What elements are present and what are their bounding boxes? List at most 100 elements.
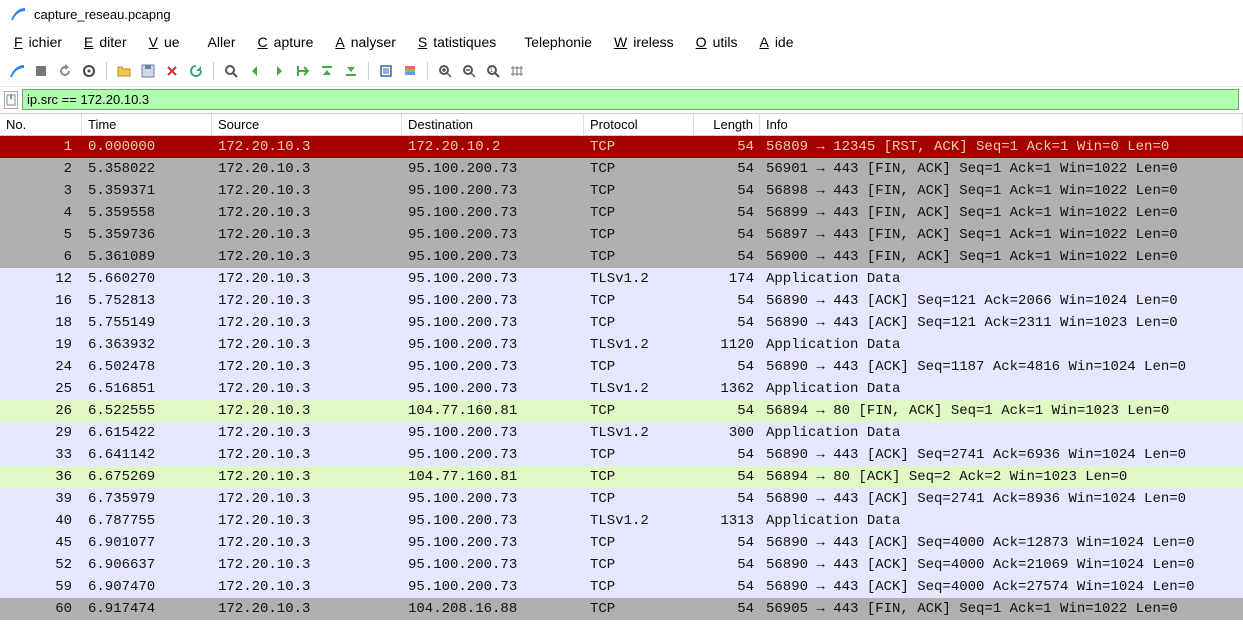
reload-button[interactable]	[185, 60, 207, 82]
cell-no: 6	[0, 246, 82, 268]
go-first-button[interactable]	[316, 60, 338, 82]
packet-row[interactable]: 246.502478172.20.10.395.100.200.73TCP545…	[0, 356, 1243, 378]
start-capture-button[interactable]	[6, 60, 28, 82]
packet-row[interactable]: 45.359558172.20.10.395.100.200.73TCP5456…	[0, 202, 1243, 224]
packet-row[interactable]: 25.358022172.20.10.395.100.200.73TCP5456…	[0, 158, 1243, 180]
packet-row[interactable]: 196.363932172.20.10.395.100.200.73TLSv1.…	[0, 334, 1243, 356]
menu-statistiques[interactable]: Statistiques	[412, 30, 508, 54]
packet-row[interactable]: 256.516851172.20.10.395.100.200.73TLSv1.…	[0, 378, 1243, 400]
cell-length: 300	[694, 422, 760, 444]
capture-options-button[interactable]	[78, 60, 100, 82]
cell-info: 56890 → 443 [ACK] Seq=4000 Ack=12873 Win…	[760, 532, 1243, 554]
packet-row[interactable]: 526.906637172.20.10.395.100.200.73TCP545…	[0, 554, 1243, 576]
cell-source: 172.20.10.3	[212, 400, 402, 422]
col-length-header[interactable]: Length	[694, 114, 760, 135]
packet-list[interactable]: 10.000000172.20.10.3172.20.10.2TCP545680…	[0, 136, 1243, 620]
packet-row[interactable]: 65.361089172.20.10.395.100.200.73TCP5456…	[0, 246, 1243, 268]
cell-length: 54	[694, 202, 760, 224]
display-filter-input[interactable]	[22, 89, 1239, 110]
packet-row[interactable]: 296.615422172.20.10.395.100.200.73TLSv1.…	[0, 422, 1243, 444]
packet-row[interactable]: 165.752813172.20.10.395.100.200.73TCP545…	[0, 290, 1243, 312]
cell-info: Application Data	[760, 422, 1243, 444]
cell-protocol: TCP	[584, 444, 694, 466]
close-file-button[interactable]	[161, 60, 183, 82]
cell-length: 54	[694, 576, 760, 598]
packet-row[interactable]: 456.901077172.20.10.395.100.200.73TCP545…	[0, 532, 1243, 554]
menu-aide[interactable]: Aide	[753, 30, 805, 54]
packet-row[interactable]: 396.735979172.20.10.395.100.200.73TCP545…	[0, 488, 1243, 510]
packet-row[interactable]: 55.359736172.20.10.395.100.200.73TCP5456…	[0, 224, 1243, 246]
go-back-button[interactable]	[244, 60, 266, 82]
save-file-button[interactable]	[137, 60, 159, 82]
restart-capture-button[interactable]	[54, 60, 76, 82]
zoom-out-button[interactable]	[458, 60, 480, 82]
packet-row[interactable]: 606.917474172.20.10.3104.208.16.88TCP545…	[0, 598, 1243, 620]
packet-row[interactable]: 596.907470172.20.10.395.100.200.73TCP545…	[0, 576, 1243, 598]
cell-info: 56901 → 443 [FIN, ACK] Seq=1 Ack=1 Win=1…	[760, 158, 1243, 180]
autoscroll-button[interactable]	[375, 60, 397, 82]
go-last-button[interactable]	[340, 60, 362, 82]
col-time-header[interactable]: Time	[82, 114, 212, 135]
cell-source: 172.20.10.3	[212, 598, 402, 620]
cell-source: 172.20.10.3	[212, 246, 402, 268]
zoom-in-button[interactable]	[434, 60, 456, 82]
cell-source: 172.20.10.3	[212, 554, 402, 576]
cell-destination: 95.100.200.73	[402, 290, 584, 312]
cell-length: 54	[694, 312, 760, 334]
col-info-header[interactable]: Info	[760, 114, 1243, 135]
packet-list-header: No. Time Source Destination Protocol Len…	[0, 113, 1243, 136]
menu-vue[interactable]: Vue	[143, 30, 192, 54]
packet-row[interactable]: 406.787755172.20.10.395.100.200.73TLSv1.…	[0, 510, 1243, 532]
cell-source: 172.20.10.3	[212, 224, 402, 246]
separator	[213, 62, 214, 80]
cell-protocol: TCP	[584, 224, 694, 246]
cell-time: 5.361089	[82, 246, 212, 268]
zoom-reset-button[interactable]: 1	[482, 60, 504, 82]
cell-info: 56890 → 443 [ACK] Seq=4000 Ack=27574 Win…	[760, 576, 1243, 598]
packet-row[interactable]: 366.675269172.20.10.3104.77.160.81TCP545…	[0, 466, 1243, 488]
cell-no: 40	[0, 510, 82, 532]
menu-wireless[interactable]: Wireless	[608, 30, 686, 54]
cell-time: 6.907470	[82, 576, 212, 598]
cell-protocol: TCP	[584, 488, 694, 510]
cell-destination: 104.77.160.81	[402, 400, 584, 422]
cell-time: 6.906637	[82, 554, 212, 576]
menu-analyser[interactable]: Analyser	[329, 30, 407, 54]
col-destination-header[interactable]: Destination	[402, 114, 584, 135]
stop-capture-button[interactable]	[30, 60, 52, 82]
col-no-header[interactable]: No.	[0, 114, 82, 135]
cell-source: 172.20.10.3	[212, 312, 402, 334]
packet-row[interactable]: 35.359371172.20.10.395.100.200.73TCP5456…	[0, 180, 1243, 202]
packet-row[interactable]: 266.522555172.20.10.3104.77.160.81TCP545…	[0, 400, 1243, 422]
filter-bookmark-icon[interactable]	[4, 91, 18, 109]
packet-row[interactable]: 336.641142172.20.10.395.100.200.73TCP545…	[0, 444, 1243, 466]
packet-row[interactable]: 125.660270172.20.10.395.100.200.73TLSv1.…	[0, 268, 1243, 290]
cell-no: 16	[0, 290, 82, 312]
cell-destination: 95.100.200.73	[402, 202, 584, 224]
col-source-header[interactable]: Source	[212, 114, 402, 135]
packet-row[interactable]: 185.755149172.20.10.395.100.200.73TCP545…	[0, 312, 1243, 334]
menu-fichier[interactable]: Fichier	[8, 30, 74, 54]
menu-aller[interactable]: Aller	[196, 30, 248, 54]
menu-editer[interactable]: Editer	[78, 30, 139, 54]
go-to-packet-button[interactable]	[292, 60, 314, 82]
cell-protocol: TCP	[584, 158, 694, 180]
packet-row[interactable]: 10.000000172.20.10.3172.20.10.2TCP545680…	[0, 136, 1243, 158]
cell-time: 6.502478	[82, 356, 212, 378]
menubar: Fichier Editer Vue Aller Capture Analyse…	[0, 28, 1243, 58]
cell-info: 56905 → 443 [FIN, ACK] Seq=1 Ack=1 Win=1…	[760, 598, 1243, 620]
menu-capture[interactable]: Capture	[252, 30, 326, 54]
cell-info: Application Data	[760, 378, 1243, 400]
menu-outils[interactable]: Outils	[690, 30, 750, 54]
go-forward-button[interactable]	[268, 60, 290, 82]
cell-time: 5.359558	[82, 202, 212, 224]
col-protocol-header[interactable]: Protocol	[584, 114, 694, 135]
colorize-button[interactable]	[399, 60, 421, 82]
cell-destination: 95.100.200.73	[402, 378, 584, 400]
menu-telephonie[interactable]: Telephonie	[512, 30, 604, 54]
find-packet-button[interactable]	[220, 60, 242, 82]
cell-source: 172.20.10.3	[212, 290, 402, 312]
open-file-button[interactable]	[113, 60, 135, 82]
cell-time: 5.359371	[82, 180, 212, 202]
resize-columns-button[interactable]	[506, 60, 528, 82]
